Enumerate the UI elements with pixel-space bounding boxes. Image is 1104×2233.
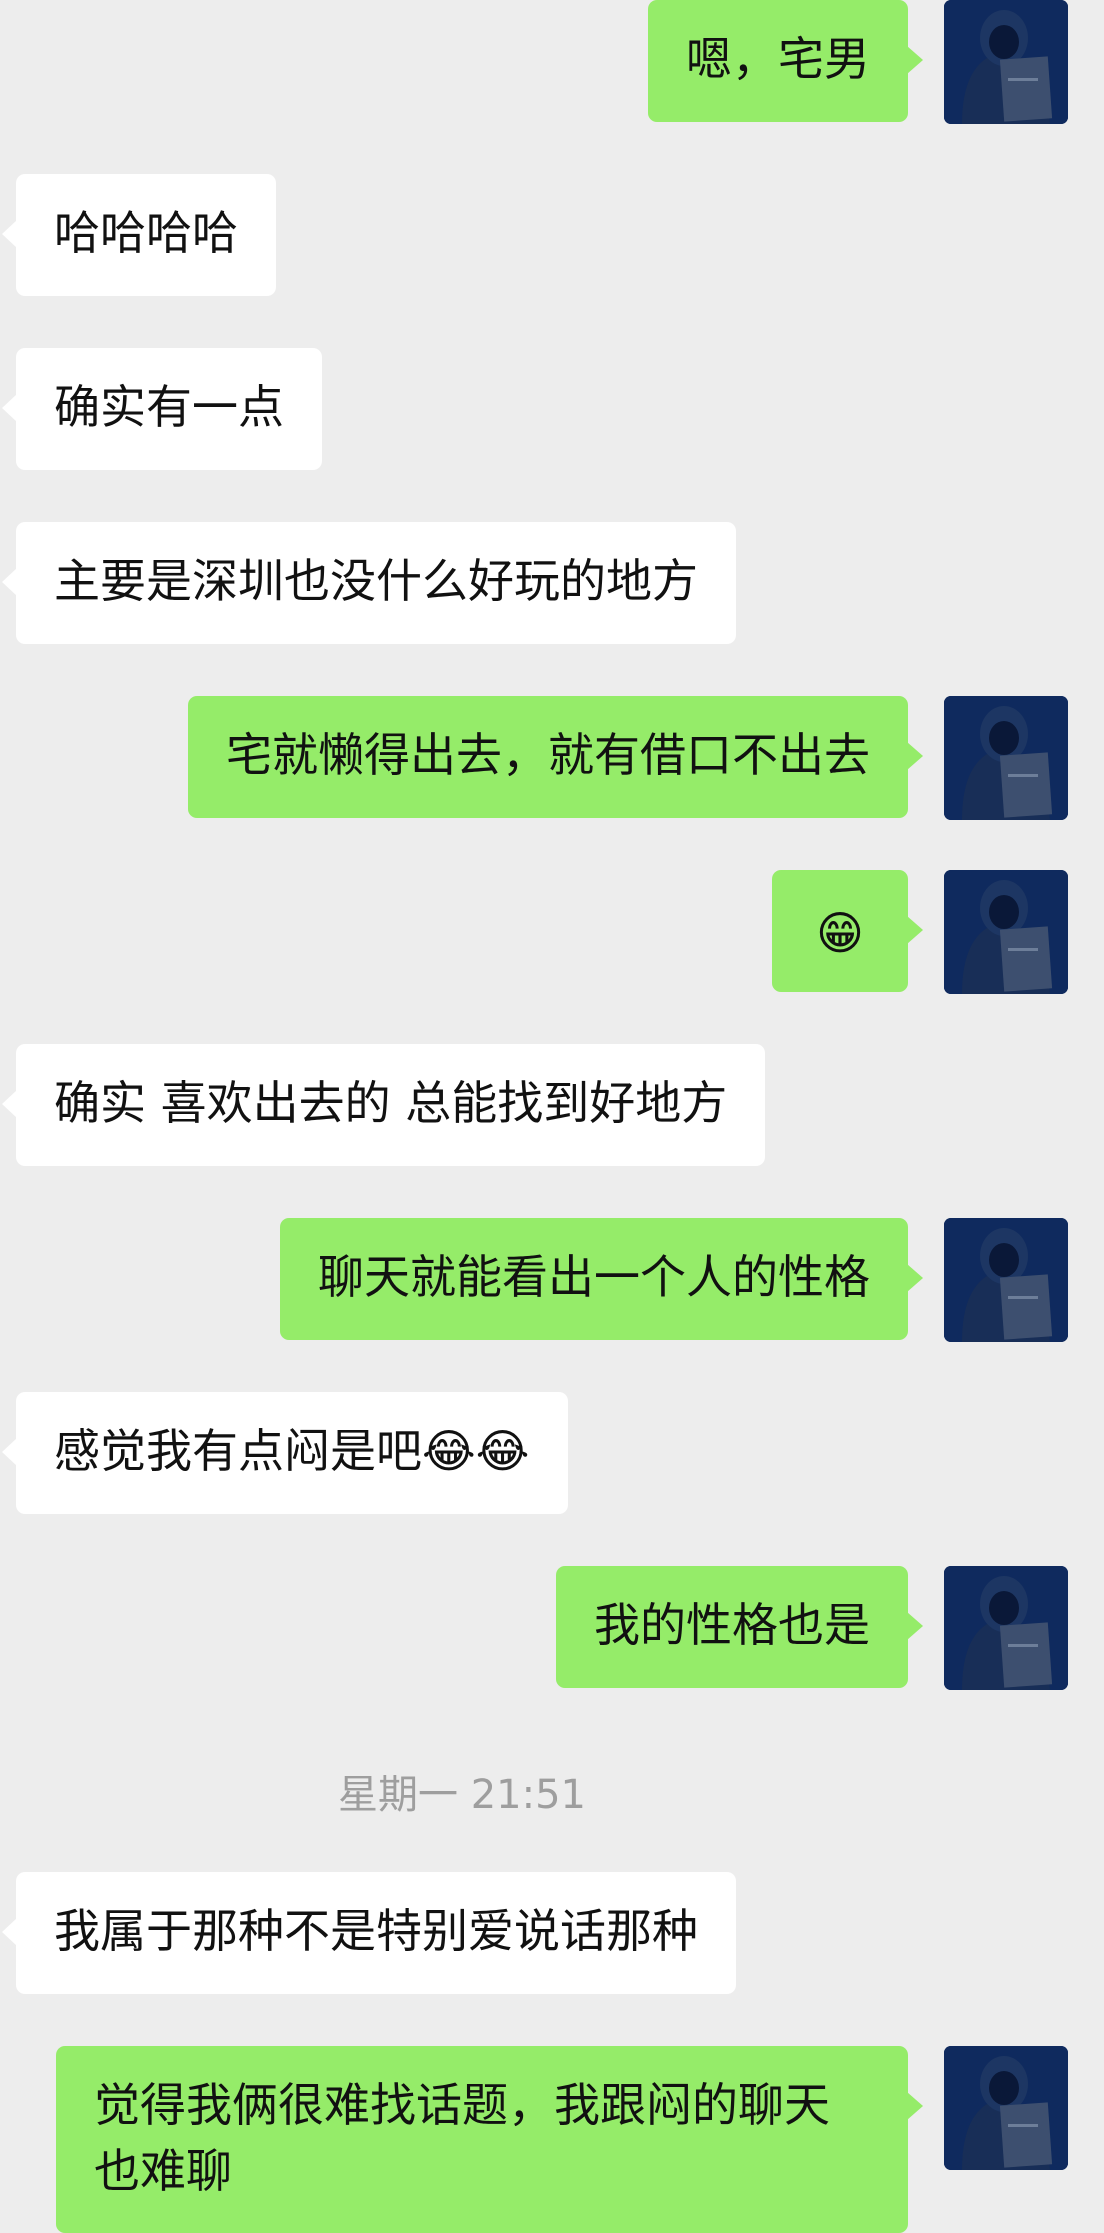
message-bubble-incoming[interactable]: 感觉我有点闷是吧😂😂 xyxy=(2,1392,568,1514)
grinning-face-emoji-icon: 😁 xyxy=(816,905,864,960)
message-bubble-outgoing[interactable]: 宅就懒得出去，就有借口不出去 xyxy=(188,696,923,818)
avatar[interactable] xyxy=(944,1218,1068,1342)
hooded-figure-reading-book-icon xyxy=(944,2046,1068,2170)
avatar[interactable] xyxy=(944,0,1068,124)
message-bubble-incoming[interactable]: 确实 喜欢出去的 总能找到好地方 xyxy=(1,1044,766,1166)
hooded-figure-reading-book-icon xyxy=(944,1218,1068,1342)
message-bubble-incoming[interactable]: 我属于那种不是特别爱说话那种 xyxy=(2,1872,736,1994)
message-bubble-outgoing[interactable]: 聊天就能看出一个人的性格 xyxy=(280,1218,923,1340)
message-bubble-outgoing[interactable]: 觉得我俩很难找话题，我跟闷的聊天也难聊 xyxy=(56,2046,923,2233)
avatar[interactable] xyxy=(944,870,1068,994)
message-bubble-outgoing[interactable]: 😁 xyxy=(772,870,923,992)
timestamp-divider: 星期一 21:51 xyxy=(338,1772,586,1818)
avatar[interactable] xyxy=(944,696,1068,820)
hooded-figure-reading-book-icon xyxy=(944,870,1068,994)
message-bubble-outgoing[interactable]: 我的性格也是 xyxy=(556,1566,923,1688)
hooded-figure-reading-book-icon xyxy=(944,696,1068,820)
message-bubble-incoming[interactable]: 主要是深圳也没什么好玩的地方 xyxy=(2,522,736,644)
avatar[interactable] xyxy=(944,2046,1068,2170)
message-bubble-incoming[interactable]: 确实有一点 xyxy=(2,348,322,470)
message-bubble-outgoing[interactable]: 嗯，宅男 xyxy=(648,0,923,122)
hooded-figure-reading-book-icon xyxy=(944,0,1068,124)
hooded-figure-reading-book-icon xyxy=(944,1566,1068,1690)
message-bubble-incoming[interactable]: 哈哈哈哈 xyxy=(2,174,276,296)
avatar[interactable] xyxy=(944,1566,1068,1690)
